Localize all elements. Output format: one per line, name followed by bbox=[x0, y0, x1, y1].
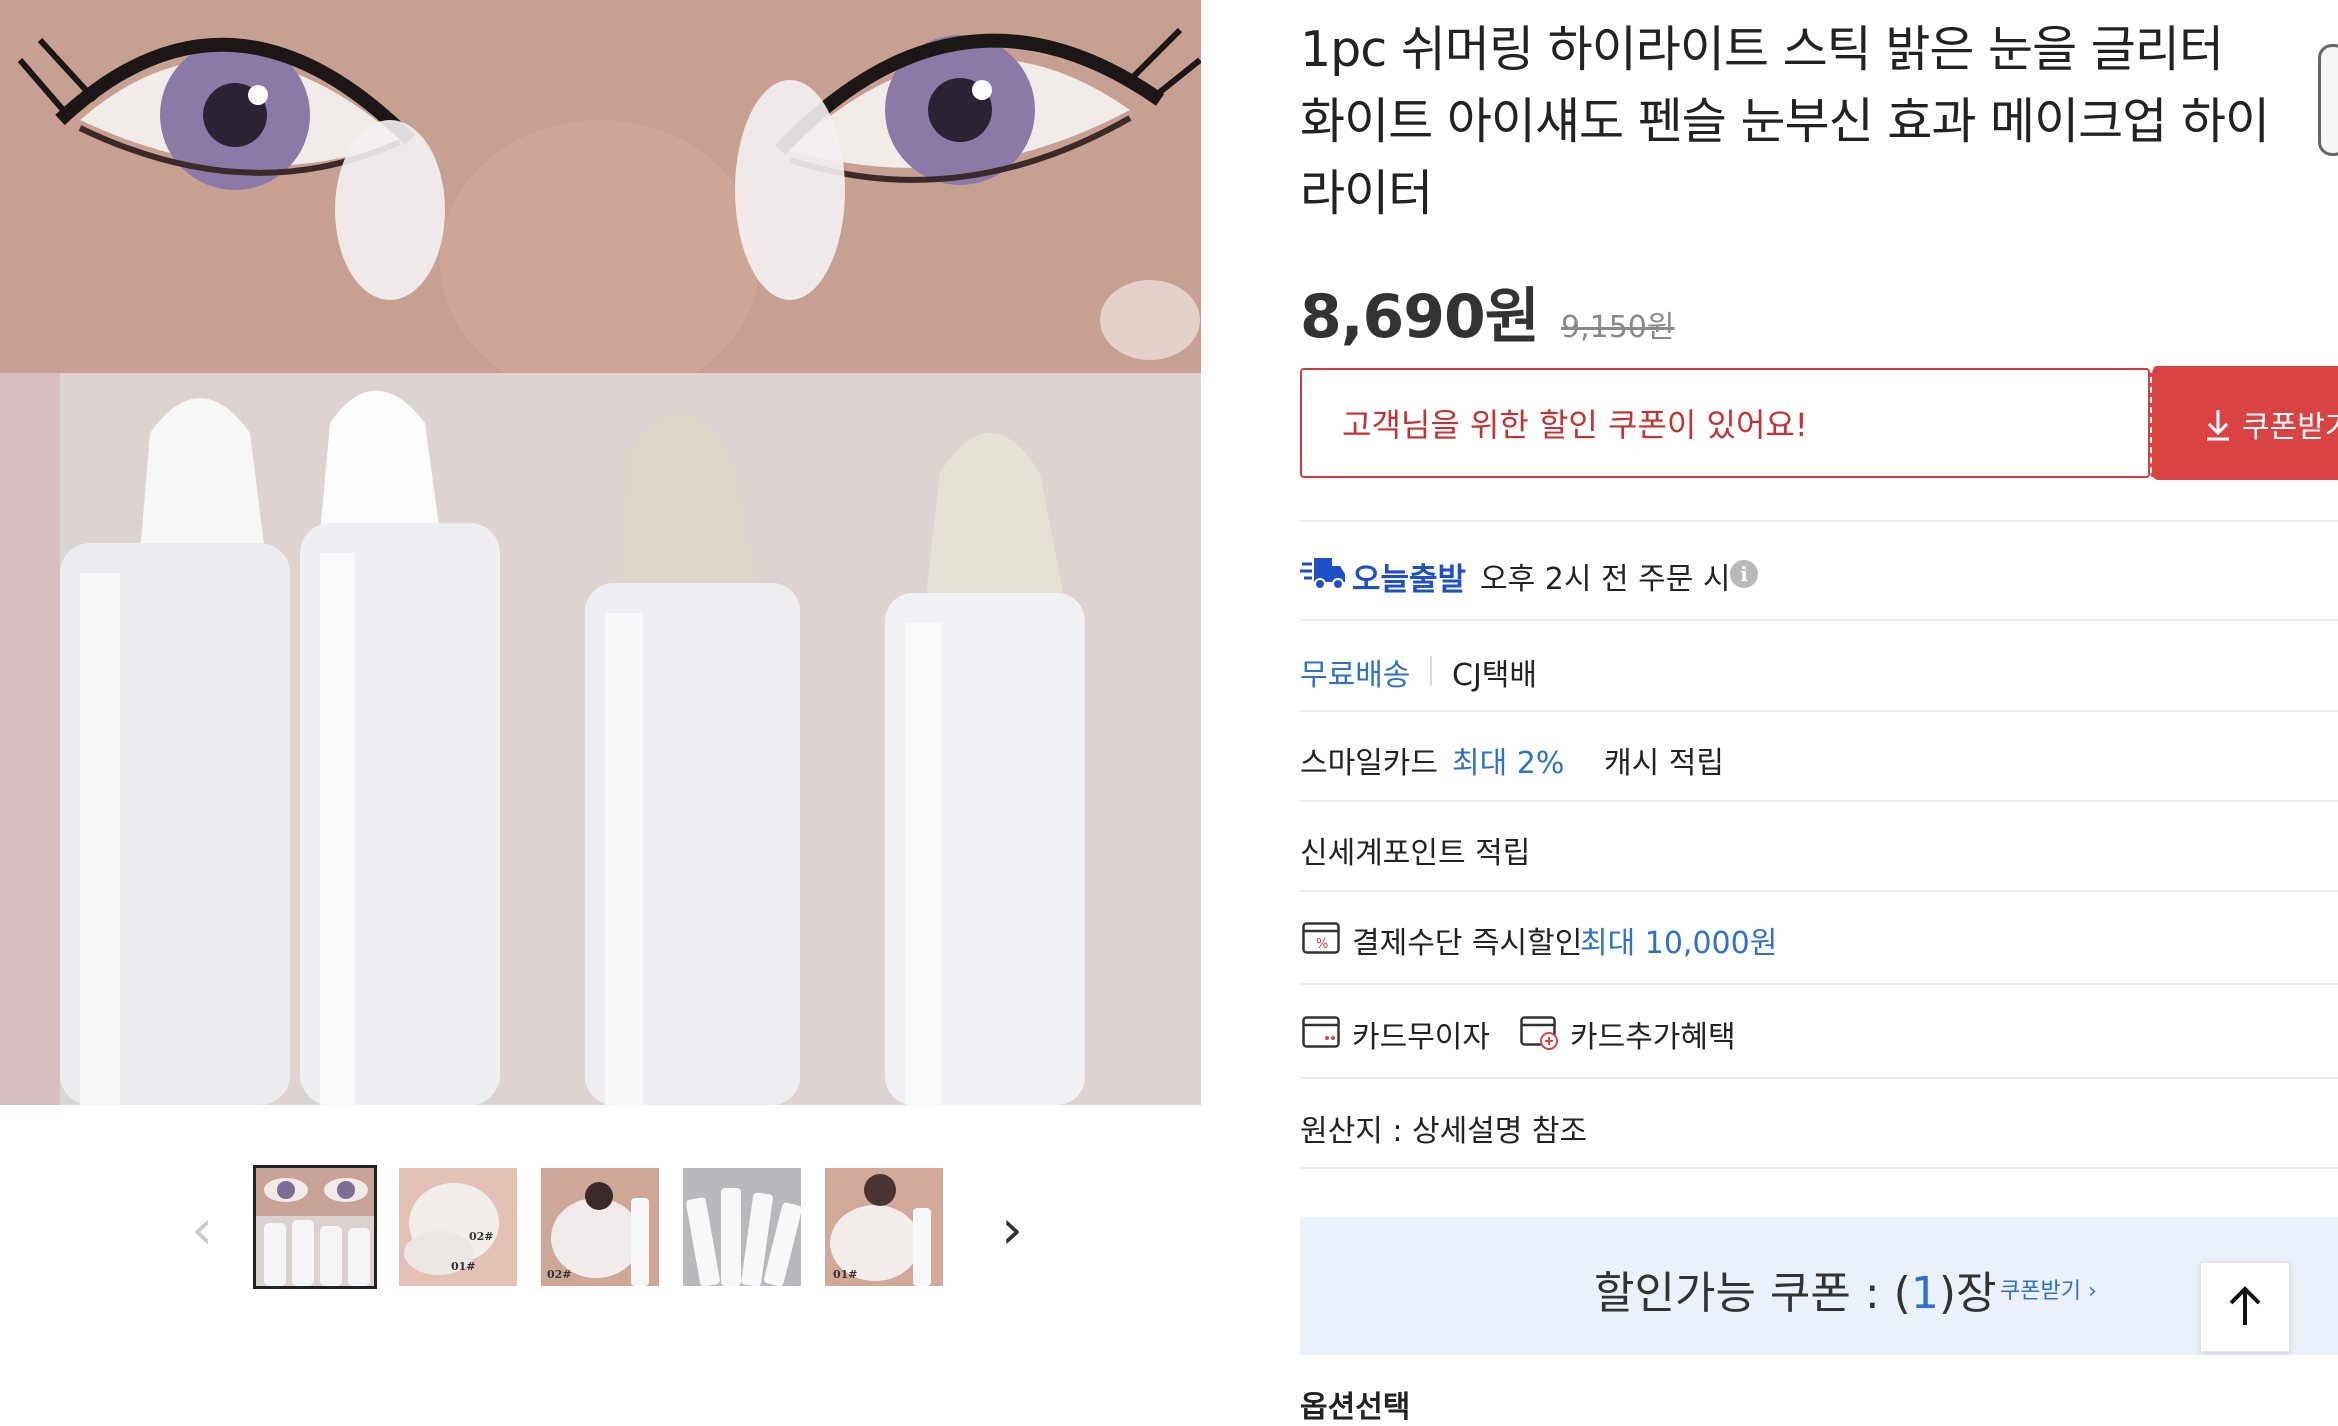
thumbnail-label: 02# bbox=[469, 1230, 494, 1243]
info-icon[interactable]: i bbox=[1730, 560, 1758, 588]
original-price: 9,150원 bbox=[1561, 310, 1675, 345]
divider bbox=[1300, 1077, 2338, 1079]
payment-discount-label: 결제수단 즉시할인 bbox=[1352, 926, 1583, 961]
thumbnail-2[interactable]: 02# 01# bbox=[399, 1168, 517, 1286]
today-shipping-badge: 오늘출발 bbox=[1352, 562, 1467, 598]
thumbnail-label: 01# bbox=[451, 1260, 476, 1273]
available-coupon-count: 1 bbox=[1910, 1268, 1939, 1319]
price-row: 8,690원 9,150원 bbox=[1300, 268, 1674, 352]
divider bbox=[1300, 710, 2338, 712]
available-coupon-prefix: 할인가능 쿠폰 : ( bbox=[1594, 1268, 1911, 1319]
thumbnail-label: 01# bbox=[833, 1268, 858, 1281]
payment-discount-row[interactable]: % 결제수단 즉시할인 최대 10,000원 bbox=[1300, 906, 2338, 966]
divider bbox=[1300, 520, 2338, 522]
product-info-panel: 1pc 쉬머링 하이라이트 스틱 밝은 눈을 글리터 화이트 아이섀도 펜슬 눈… bbox=[1300, 0, 2338, 1425]
smile-card-label: 스마일카드 bbox=[1300, 746, 1438, 781]
thumbnail-image bbox=[683, 1168, 801, 1286]
get-coupon-label: 쿠폰받기 bbox=[2242, 410, 2338, 445]
today-shipping-row: 오늘출발 오후 2시 전 주문 시 i bbox=[1300, 542, 2338, 602]
svg-text:%: % bbox=[1316, 937, 1328, 952]
free-shipping-label: 무료배송 bbox=[1300, 658, 1411, 693]
payment-discount-highlight: 최대 10,000원 bbox=[1580, 926, 1778, 961]
pencils-illustration bbox=[0, 373, 1201, 1105]
truck-icon bbox=[1300, 558, 1345, 590]
courier-name: CJ택배 bbox=[1452, 658, 1537, 693]
get-coupon-link[interactable]: 쿠폰받기 › bbox=[2000, 1273, 2097, 1305]
smile-card-highlight: 최대 2% bbox=[1452, 746, 1565, 781]
scroll-to-top-button[interactable] bbox=[2200, 1262, 2290, 1352]
shipping-row: 무료배송 CJ택배 bbox=[1300, 638, 2338, 698]
thumbnail-5[interactable]: 01# bbox=[825, 1168, 943, 1286]
card-extra-benefit-link[interactable]: 카드추가혜택 bbox=[1570, 1012, 1736, 1056]
card-icon bbox=[1302, 1016, 1340, 1048]
smile-card-row[interactable]: 스마일카드 최대 2% 캐시 적립 bbox=[1300, 726, 2338, 786]
divider bbox=[1300, 800, 2338, 802]
thumbnail-label: 02# bbox=[547, 1268, 572, 1281]
shinsegae-point-row[interactable]: 신세계포인트 적립 bbox=[1300, 816, 2338, 876]
side-panel-handle[interactable] bbox=[2318, 44, 2338, 156]
thumbnail-4[interactable] bbox=[683, 1168, 801, 1286]
eyes-illustration bbox=[0, 0, 1201, 400]
get-coupon-button[interactable]: 쿠폰받기 bbox=[2150, 366, 2338, 480]
divider bbox=[1300, 619, 2338, 621]
thumbnail-1[interactable] bbox=[253, 1165, 377, 1289]
chevron-right-icon[interactable]: › bbox=[992, 1202, 1032, 1258]
card-benefits-row: 카드무이자 카드추가혜택 bbox=[1300, 1000, 2338, 1060]
available-coupon-suffix: )장 bbox=[1938, 1268, 1997, 1319]
product-title: 1pc 쉬머링 하이라이트 스틱 밝은 눈을 글리터 화이트 아이섀도 펜슬 눈… bbox=[1300, 21, 2270, 222]
thumbnail-image bbox=[256, 1168, 374, 1286]
arrow-up-icon bbox=[2229, 1286, 2261, 1325]
available-coupon-text: 할인가능 쿠폰 : (1)장 bbox=[1594, 1257, 1997, 1321]
separator bbox=[1430, 656, 1432, 686]
product-main-image[interactable] bbox=[0, 0, 1201, 1105]
divider bbox=[1300, 1167, 2338, 1169]
divider bbox=[1300, 890, 2338, 892]
today-shipping-condition: 오후 2시 전 주문 시 bbox=[1480, 562, 1731, 597]
option-select-title: 옵션선택 bbox=[1300, 1390, 1411, 1425]
eyes-photo bbox=[0, 0, 1201, 400]
smile-card-suffix: 캐시 적립 bbox=[1604, 746, 1724, 781]
sale-price: 8,690원 bbox=[1300, 282, 1540, 352]
coupon-message: 고객님을 위한 할인 쿠폰이 있어요! bbox=[1342, 406, 1808, 444]
origin-row: 원산지 : 상세설명 참조 bbox=[1300, 1094, 2338, 1154]
thumbnail-3[interactable]: 02# bbox=[541, 1168, 659, 1286]
origin-text: 원산지 : 상세설명 참조 bbox=[1300, 1114, 1588, 1149]
download-icon bbox=[2207, 410, 2229, 441]
percent-card-icon: % bbox=[1302, 922, 1340, 954]
pencils-photo bbox=[0, 373, 1201, 1105]
card-plus-icon bbox=[1520, 1016, 1558, 1050]
shinsegae-point-label: 신세계포인트 적립 bbox=[1300, 836, 1531, 871]
chevron-left-icon[interactable]: ‹ bbox=[182, 1202, 222, 1258]
thumbnail-gallery: ‹ 02# 01# 02# 01# › bbox=[0, 1160, 1201, 1298]
coupon-notice: 고객님을 위한 할인 쿠폰이 있어요! bbox=[1300, 368, 2150, 478]
available-coupon-banner: 할인가능 쿠폰 : (1)장 쿠폰받기 › bbox=[1300, 1217, 2338, 1355]
divider bbox=[1300, 983, 2338, 985]
card-no-interest-link[interactable]: 카드무이자 bbox=[1352, 1012, 1490, 1056]
